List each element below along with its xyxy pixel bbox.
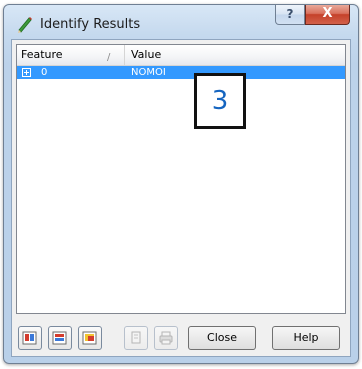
title-bar: Identify Results ? X	[4, 5, 358, 39]
row-feature-cell: 0	[41, 67, 48, 78]
tree-row[interactable]: 0 NOMOI	[17, 66, 345, 79]
print-button[interactable]	[154, 326, 178, 350]
step-annotation-box: 3	[194, 73, 246, 129]
column-header-value-label: Value	[131, 48, 162, 61]
expand-all-icon	[22, 331, 37, 345]
tree-header: Feature / Value	[17, 45, 345, 66]
column-header-value[interactable]: Value	[127, 45, 161, 65]
column-header-feature[interactable]: Feature /	[17, 45, 125, 65]
context-help-button[interactable]: ?	[275, 5, 305, 25]
expand-plus-icon[interactable]	[22, 68, 31, 77]
column-resize-mark: /	[107, 52, 111, 63]
identify-results-dialog: Identify Results ? X Feature / Value 0 N…	[3, 4, 359, 364]
collapse-all-button[interactable]	[48, 326, 72, 350]
highlight-feature-button[interactable]	[78, 326, 102, 350]
window-close-button[interactable]: X	[305, 5, 350, 25]
dialog-body: Feature / Value 0 NOMOI 3 Close Help	[11, 39, 351, 357]
copy-icon	[131, 331, 141, 344]
results-tree[interactable]: Feature / Value 0 NOMOI 3	[16, 44, 346, 314]
step-number: 3	[211, 86, 229, 116]
window-title: Identify Results	[40, 17, 141, 32]
dialog-toolbar: Close Help	[12, 326, 350, 354]
copy-button[interactable]	[124, 326, 148, 350]
row-value-cell: NOMOI	[131, 67, 166, 78]
column-header-feature-label: Feature	[21, 48, 63, 61]
highlight-feature-icon	[82, 331, 97, 345]
print-icon	[159, 331, 173, 345]
close-icon: X	[322, 6, 333, 21]
help-button[interactable]: Help	[272, 326, 340, 350]
collapse-all-icon	[52, 331, 67, 345]
identify-pencil-icon	[18, 17, 32, 33]
question-icon: ?	[286, 7, 294, 21]
expand-all-button[interactable]	[18, 326, 42, 350]
close-button[interactable]: Close	[188, 326, 256, 350]
